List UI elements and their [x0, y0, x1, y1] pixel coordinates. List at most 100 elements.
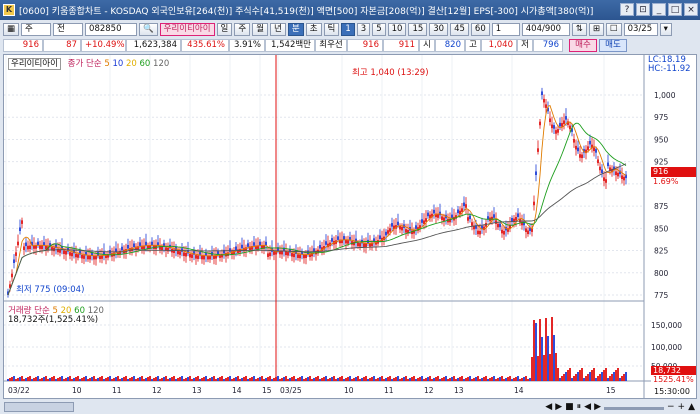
- volume-bar: [165, 376, 167, 381]
- volume-bar: [39, 379, 41, 381]
- volume-bar: [187, 377, 189, 381]
- market-select[interactable]: 주: [21, 22, 52, 36]
- period-second[interactable]: 초: [305, 22, 322, 36]
- candle-body: [469, 215, 471, 220]
- volume-bar: [193, 378, 195, 381]
- volume-bar: [493, 376, 495, 381]
- prev-icon[interactable]: ◀: [584, 402, 591, 412]
- field-select[interactable]: 전: [53, 22, 84, 36]
- search-icon[interactable]: 🔍: [139, 22, 158, 36]
- period-week[interactable]: 주: [234, 22, 251, 36]
- x-tick-label: 12: [424, 386, 434, 395]
- vol-tick-label: 100,000: [651, 343, 682, 352]
- candle-body: [577, 147, 579, 152]
- volume-bar: [597, 376, 599, 381]
- stock-name-button[interactable]: 우리이티아이: [159, 22, 215, 36]
- volume-bar: [53, 376, 55, 381]
- candle-body: [437, 214, 439, 218]
- stop-icon[interactable]: ■: [565, 402, 574, 412]
- volume-bar: [19, 377, 21, 381]
- stock-code-input[interactable]: 082850: [85, 22, 138, 36]
- candle-body: [457, 209, 459, 214]
- candle-body: [23, 246, 25, 250]
- count-input[interactable]: 404/900: [521, 22, 570, 36]
- volume-bar: [499, 377, 501, 381]
- scroll-left-icon[interactable]: ◀: [545, 402, 552, 412]
- pause-icon[interactable]: ⏸: [577, 402, 582, 412]
- buy-button[interactable]: 매수: [569, 38, 597, 52]
- interval-5[interactable]: 5: [372, 22, 386, 36]
- zoom-slider[interactable]: [603, 406, 664, 410]
- period-tick[interactable]: 틱: [323, 22, 340, 36]
- candle-body: [39, 245, 41, 249]
- interval-10[interactable]: 10: [387, 22, 407, 36]
- volume-bar: [505, 378, 507, 381]
- volume-bar: [343, 379, 345, 381]
- volume-bar: [177, 378, 179, 381]
- interval-45[interactable]: 45: [450, 22, 469, 36]
- candle-body: [501, 229, 503, 234]
- date-input[interactable]: 03/25: [623, 22, 658, 36]
- period-minute[interactable]: 분: [287, 22, 304, 36]
- sell-button[interactable]: 매도: [599, 38, 627, 52]
- high-annotation: 최고 1,040 (13:29): [352, 68, 429, 78]
- date-checkbox[interactable]: ☐: [606, 22, 622, 36]
- price-volume-chart[interactable]: 1,000975950925900875850825800775150,0001…: [4, 55, 696, 398]
- candle-body: [365, 243, 367, 248]
- volume-bar: [349, 376, 351, 381]
- next-icon[interactable]: ▶: [594, 402, 601, 412]
- volume-bar: [585, 376, 587, 381]
- volume-rate: 435.61%: [181, 38, 229, 52]
- settings-icon[interactable]: ▦: [3, 22, 20, 36]
- candle-body: [303, 254, 305, 259]
- volume-bar: [383, 379, 385, 381]
- interval-1[interactable]: 1: [341, 22, 355, 36]
- period-day[interactable]: 일: [216, 22, 233, 36]
- chart-scrollbar[interactable]: [4, 401, 74, 412]
- close-icon[interactable]: ×: [684, 3, 698, 16]
- candle-body: [539, 121, 541, 126]
- volume-bar: [311, 379, 313, 381]
- help-icon[interactable]: ?: [620, 3, 634, 16]
- candle-body: [269, 252, 271, 257]
- minimize-icon[interactable]: _: [652, 3, 666, 16]
- interval-input[interactable]: 1: [491, 22, 520, 36]
- scroll-right-icon[interactable]: ▶: [555, 402, 562, 412]
- settings-icon[interactable]: ⊡: [636, 3, 650, 16]
- interval-15[interactable]: 15: [408, 22, 428, 36]
- app-icon: K: [3, 4, 15, 16]
- candle-body: [579, 154, 581, 158]
- volume-bar: [489, 378, 491, 381]
- maximize-icon[interactable]: □: [668, 3, 682, 16]
- volume-bar: [557, 368, 559, 381]
- interval-60[interactable]: 60: [470, 22, 490, 36]
- volume-bar: [65, 378, 67, 381]
- open-label: 시: [419, 38, 435, 52]
- period-month[interactable]: 월: [252, 22, 269, 36]
- chart-area[interactable]: 1,000975950925900875850825800775150,0001…: [3, 54, 697, 399]
- zoom-in-icon[interactable]: +: [678, 402, 686, 412]
- zoom-out-icon[interactable]: −: [667, 402, 675, 412]
- calendar-icon[interactable]: ▾: [659, 22, 672, 36]
- y-tick-label: 775: [654, 291, 669, 300]
- volume-bar: [171, 377, 173, 381]
- interval-3[interactable]: 3: [356, 22, 371, 36]
- grid-toggle-icon[interactable]: ⊞: [588, 22, 604, 36]
- volume-bar: [529, 378, 531, 381]
- candle-body: [139, 242, 141, 246]
- volume-bar: [407, 379, 409, 381]
- interval-30[interactable]: 30: [429, 22, 449, 36]
- volume-bar: [561, 376, 563, 381]
- volume-bar: [107, 377, 109, 381]
- period-year[interactable]: 년: [270, 22, 286, 36]
- expand-icon[interactable]: ▲: [688, 402, 695, 412]
- volume-bar: [305, 378, 307, 381]
- volume-bar: [361, 378, 363, 381]
- candle-body: [493, 214, 495, 218]
- volume-bar: [351, 379, 353, 381]
- time-label: 15:30:00: [654, 387, 690, 396]
- volume-bar: [519, 379, 521, 381]
- volume-bar: [209, 378, 211, 381]
- chart-toggle-icon[interactable]: ⇅: [571, 22, 587, 36]
- volume-bar: [401, 378, 403, 381]
